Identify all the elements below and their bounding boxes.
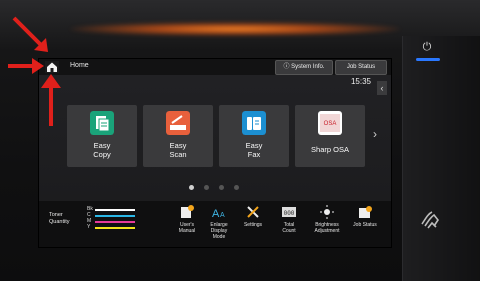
- easy-fax-label: Easy: [245, 141, 263, 150]
- svg-text:000: 000: [284, 210, 295, 217]
- toner-bar-y: [95, 227, 135, 229]
- page-indicator: [189, 185, 249, 191]
- label-line: Adjustment: [314, 228, 340, 234]
- easy-scan-label-2: Scan: [169, 150, 187, 159]
- job-status-button[interactable]: Job Status: [335, 60, 387, 75]
- job-status-label: Job Status: [341, 222, 389, 228]
- label-line: Job Status: [353, 222, 377, 228]
- wrench-icon: [247, 206, 259, 218]
- toner-levels[interactable]: Bk C M Y: [87, 206, 151, 237]
- job-status-icon: [359, 206, 372, 218]
- easy-copy-tile[interactable]: Easy Copy: [67, 105, 137, 167]
- collapse-panel-button[interactable]: ‹: [377, 81, 387, 95]
- brightness-icon: [320, 205, 334, 219]
- toner-quantity-label: Toner Quantity: [49, 212, 69, 226]
- page-dot-3[interactable]: [219, 185, 224, 190]
- status-light: [70, 22, 400, 36]
- page-dot-1[interactable]: [189, 185, 194, 190]
- job-status-bottom-button[interactable]: Job Status: [345, 203, 385, 245]
- side-panel: [402, 36, 480, 281]
- toner-bar-m: [95, 221, 135, 223]
- svg-text:A: A: [220, 212, 225, 219]
- sharp-osa-icon: OSA: [318, 111, 342, 135]
- power-led: [416, 58, 440, 61]
- clock: 15:35: [350, 77, 371, 86]
- scan-icon: [166, 111, 190, 135]
- svg-text:OSA: OSA: [324, 121, 337, 127]
- easy-scan-tile[interactable]: Easy Scan: [143, 105, 213, 167]
- copy-icon: [90, 111, 114, 135]
- easy-fax-tile[interactable]: Easy Fax: [219, 105, 289, 167]
- manual-icon: [181, 205, 194, 218]
- easy-copy-label: Easy: [93, 141, 111, 150]
- easy-copy-label-2: Copy: [93, 150, 111, 159]
- easy-fax-label-2: Fax: [247, 150, 261, 159]
- page-title: Home: [70, 62, 89, 69]
- toner-label-1: Toner: [49, 212, 63, 218]
- easy-scan-label: Easy: [169, 141, 187, 150]
- toner-bar-c: [95, 215, 135, 217]
- info-icon: ⓘ: [283, 64, 290, 70]
- power-icon[interactable]: ⏻: [420, 40, 434, 54]
- fax-icon: [242, 111, 266, 135]
- system-info-label: System Info.: [291, 64, 325, 70]
- page-dot-2[interactable]: [204, 185, 209, 190]
- sharp-osa-tile[interactable]: OSA Sharp OSA: [295, 105, 365, 167]
- sharp-osa-label: Sharp OSA: [311, 145, 349, 154]
- annotation-arrow-diagonal: [12, 16, 48, 52]
- annotation-arrow-up: [41, 74, 61, 126]
- touch-screen: Home ⓘ System Info. Job Status 15:35 ‹ E…: [38, 58, 392, 248]
- toner-bar-bk: [95, 209, 135, 211]
- svg-text:A: A: [212, 208, 220, 219]
- bottom-bar: Toner Quantity Bk C M Y User's Manual A …: [39, 201, 391, 247]
- next-page-icon[interactable]: ›: [373, 127, 377, 141]
- counter-icon: 000: [282, 207, 296, 217]
- system-info-button[interactable]: ⓘ System Info.: [275, 60, 333, 75]
- top-bar: Home ⓘ System Info. Job Status: [39, 59, 391, 75]
- nfc-icon: [421, 211, 439, 229]
- enlarge-text-icon: A A: [212, 208, 225, 219]
- toner-key: Y: [87, 224, 91, 230]
- toner-label-2: Quantity: [49, 219, 70, 225]
- toner-row-y: Y: [87, 224, 151, 231]
- page-dot-4[interactable]: [234, 185, 239, 190]
